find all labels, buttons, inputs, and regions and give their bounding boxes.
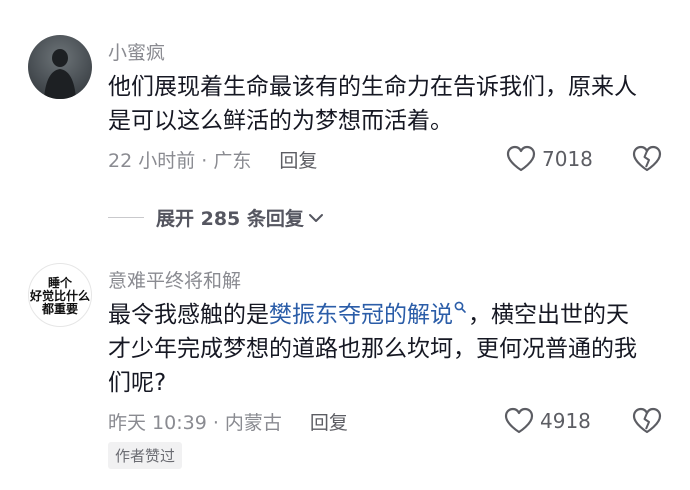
comment-meta: 22 小时前 · 广东 回复 [108,146,317,173]
comment-time-location: 昨天 10:39 · 内蒙古 [108,412,282,434]
search-icon [454,301,466,313]
author-liked-badge: 作者赞过 [108,442,183,469]
search-link-label: 樊振东夺冠的解说 [269,302,453,328]
heart-outline-icon [504,407,534,434]
chevron-down-icon [308,213,323,222]
like-count: 7018 [542,146,593,171]
comment-time-location: 22 小时前 · 广东 [108,150,252,172]
calligraphy-avatar-image: 睡个 好觉比什么 都重要 [29,275,90,316]
dislike-button[interactable] [632,145,662,172]
heart-outline-icon [506,145,536,172]
reply-button[interactable]: 回复 [310,412,348,434]
avatar[interactable] [28,35,92,99]
comment-meta: 昨天 10:39 · 内蒙古 回复 [108,408,348,435]
comment-text: 最令我感触的是樊振东夺冠的解说 ，横空出世的天才少年完成梦想的道路也那么坎坷，更何… [108,298,648,400]
comment-text: 他们展现着生命最该有的生命力在告诉我们，原来人是可以这么鲜活的为梦想而活着。 [108,74,637,134]
svg-text:睡个: 睡个 [48,275,73,290]
like-button[interactable]: 4918 [504,407,591,434]
expand-replies-button[interactable]: 展开 285 条回复 [108,204,326,231]
comment-username[interactable]: 意难平终将和解 [108,266,241,293]
expand-replies-label: 展开 285 条回复 [156,208,304,230]
search-link[interactable]: 樊振东夺冠的解说 [269,301,468,328]
avatar[interactable]: 睡个 好觉比什么 都重要 [28,263,92,327]
divider-line [108,217,144,218]
svg-text:都重要: 都重要 [41,301,78,316]
broken-heart-icon [632,145,662,172]
reply-button[interactable]: 回复 [279,150,317,172]
user-silhouette-icon [44,49,76,99]
like-button[interactable]: 7018 [506,145,593,172]
broken-heart-icon [632,407,662,434]
dislike-button[interactable] [632,407,662,434]
svg-text:好觉比什么: 好觉比什么 [29,288,90,303]
like-count: 4918 [540,408,591,433]
comment-text-before: 最令我感触的是 [108,302,269,328]
comment-username[interactable]: 小蜜疯 [108,38,165,65]
